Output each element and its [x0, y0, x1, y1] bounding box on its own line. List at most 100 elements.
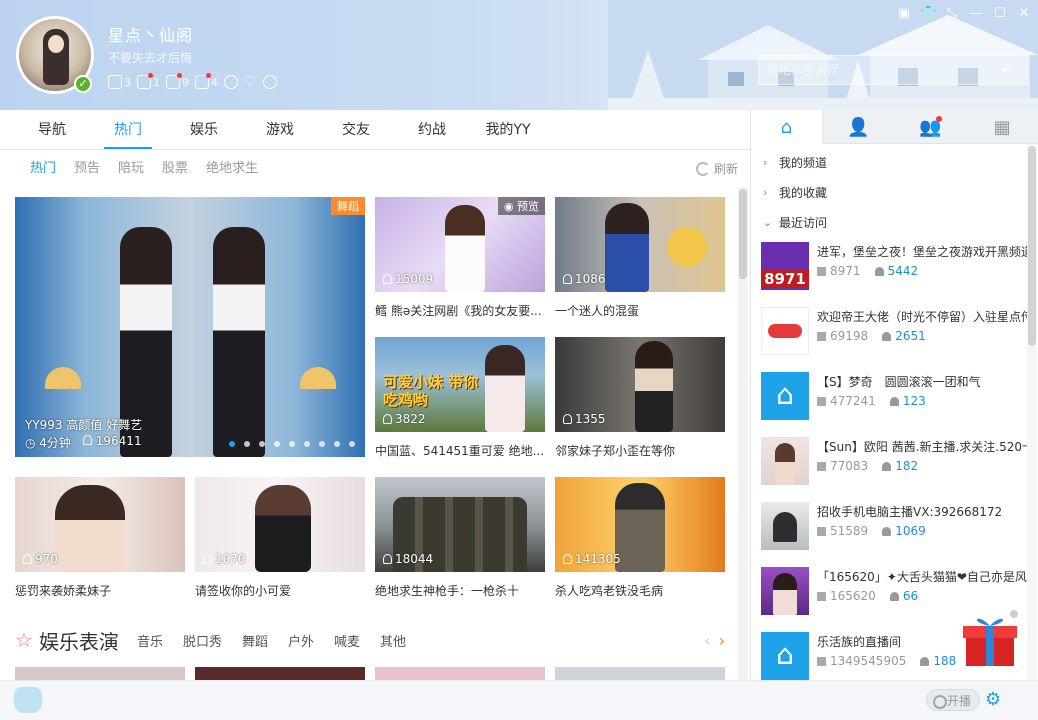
channel-name: 欢迎帝王大佬（时光不停留）入驻星点传: [817, 310, 1027, 324]
refresh-button[interactable]: 刷新: [695, 151, 738, 187]
list-item[interactable]: 【Sun】欧阳 茜茜.新主播.求关注.520卡 77083 182: [751, 429, 1027, 494]
online-count: 66: [889, 589, 918, 603]
carousel-dot[interactable]: [349, 441, 355, 447]
carousel-dot[interactable]: [334, 441, 340, 447]
chevron-left-icon[interactable]: ‹: [704, 631, 710, 650]
list-item[interactable]: 8971 进军，堡垒之夜！堡垒之夜游戏开黑频道 8971 5442: [751, 234, 1027, 299]
star-icon: ☆: [15, 628, 33, 652]
maximize-icon[interactable]: ☐: [992, 6, 1008, 22]
stream-card[interactable]: 18044 绝地求生神枪手：一枪杀十: [375, 477, 545, 599]
close-icon[interactable]: ✕: [1016, 6, 1032, 22]
subtab-hot[interactable]: 热门: [30, 151, 56, 187]
tab-social[interactable]: 交友: [318, 110, 394, 149]
chevron-right-icon: ›: [763, 186, 768, 199]
carousel-dot[interactable]: [274, 441, 280, 447]
channel-name: 招收手机电脑主播VX:392668172: [817, 505, 1003, 519]
viewer-count: 970: [23, 552, 58, 566]
id-icon: [817, 331, 826, 341]
stream-thumbnail: 18044: [375, 477, 545, 572]
carousel-dot[interactable]: [259, 441, 265, 447]
subtab-pubg[interactable]: 绝地求生: [206, 151, 258, 187]
stream-card[interactable]: 970 惩罚来袭娇柔妹子: [15, 477, 185, 599]
chevron-right-icon[interactable]: ›: [719, 631, 725, 650]
tab-friend[interactable]: 👤: [823, 110, 895, 144]
featured-card[interactable]: 舞蹈 YY993 高颜值 好舞艺 ◷ 4分钟 196411: [15, 197, 365, 457]
scroll-thumb[interactable]: [739, 189, 747, 279]
section-tab-music[interactable]: 音乐: [137, 631, 163, 650]
section-tab-dance[interactable]: 舞蹈: [242, 631, 268, 650]
minimize-icon[interactable]: —: [968, 6, 984, 22]
subtab-stocks[interactable]: 股票: [162, 151, 188, 187]
channel-logo: 8971: [761, 242, 809, 290]
smile-icon[interactable]: [224, 75, 238, 89]
list-item[interactable]: 招收手机电脑主播VX:392668172 51589 1069: [751, 494, 1027, 559]
stream-card[interactable]: 1070 请签收你的小可爱: [195, 477, 365, 599]
stream-thumbnail: 970: [15, 477, 185, 572]
heart-icon[interactable]: ♡: [244, 74, 257, 90]
tab-battle[interactable]: 约战: [394, 110, 470, 149]
tab-navigation[interactable]: 导航: [14, 110, 90, 149]
nav-my-favorites[interactable]: › 我的收藏: [763, 178, 1038, 208]
stream-card-partial[interactable]: [15, 667, 185, 680]
carousel-dot[interactable]: [229, 441, 235, 447]
nav-my-channels[interactable]: › 我的频道: [763, 148, 1038, 178]
list-item[interactable]: 欢迎帝王大佬（时光不停留）入驻星点传 69198 2651: [751, 299, 1027, 364]
list-item[interactable]: ⌂ 【S】梦奇 圆圆滚滚一团和气 477241 123: [751, 364, 1027, 429]
eye-icon[interactable]: [262, 75, 277, 89]
subtab-preview[interactable]: 预告: [74, 151, 100, 187]
carousel-dot[interactable]: [319, 441, 325, 447]
section-tab-mc[interactable]: 喊麦: [334, 631, 360, 650]
viewer-count: 18044: [383, 552, 433, 566]
section-tab-talkshow[interactable]: 脱口秀: [183, 631, 222, 650]
subtab-companion[interactable]: 陪玩: [118, 151, 144, 187]
nickname[interactable]: 星点丶仙阁: [108, 22, 193, 46]
stream-card[interactable]: 1086 一个迷人的混蛋: [555, 197, 725, 319]
enter-icon[interactable]: ↵: [1001, 62, 1019, 78]
badge-level[interactable]: 4: [195, 73, 218, 89]
stream-card[interactable]: ◉ 预览 15009 鳕 熊ə关注网剧《我的女友要...: [375, 197, 545, 319]
tab-group[interactable]: 👥: [895, 110, 967, 144]
sub-nav: 热门 预告 陪玩 股票 绝地求生 刷新: [0, 151, 750, 187]
gear-icon[interactable]: ⚙: [985, 691, 1001, 709]
stream-card[interactable]: 可爱小妹 带你吃鸡哟 3822 中国蓝、541451重可爱 绝地...: [375, 337, 545, 459]
notice-icon[interactable]: ▣: [896, 6, 912, 22]
bottom-bar: 开播 ⚙: [0, 680, 1038, 720]
carousel-dot[interactable]: [304, 441, 310, 447]
section-tab-other[interactable]: 其他: [380, 631, 406, 650]
preview-tag: ◉ 预览: [497, 197, 545, 215]
go-live-button[interactable]: 开播: [926, 689, 981, 711]
stream-card[interactable]: 1355 邻家妹子郑小歪在等你: [555, 337, 725, 459]
section-tab-outdoor[interactable]: 户外: [288, 631, 314, 650]
compact-icon[interactable]: ⤡: [944, 6, 960, 22]
mascot-icon[interactable]: [14, 687, 42, 713]
online-count: 123: [889, 394, 926, 408]
carousel-dot[interactable]: [289, 441, 295, 447]
motto[interactable]: 不要失去才后悔: [108, 49, 192, 66]
stream-card-partial[interactable]: [195, 667, 365, 680]
search-input[interactable]: [759, 56, 989, 84]
skin-icon[interactable]: 👕: [920, 6, 936, 22]
tab-hot[interactable]: 热门: [90, 110, 166, 149]
content-scrollbar[interactable]: [738, 187, 748, 680]
tab-entertainment[interactable]: 娱乐: [166, 110, 242, 149]
scroll-thumb[interactable]: [1028, 146, 1036, 346]
person-icon: [82, 435, 92, 445]
badge-card[interactable]: 9: [166, 73, 189, 89]
stream-card[interactable]: 141305 杀人吃鸡老铁没毛病: [555, 477, 725, 599]
stream-card-partial[interactable]: [555, 667, 725, 680]
badge-diamond[interactable]: 1: [137, 73, 160, 89]
stream-card-partial[interactable]: [375, 667, 545, 680]
channel-id: 165620: [817, 589, 876, 603]
tab-apps[interactable]: ▦: [966, 110, 1038, 144]
tab-games[interactable]: 游戏: [242, 110, 318, 149]
right-scrollbar[interactable]: [1027, 144, 1037, 680]
tab-home[interactable]: ⌂: [751, 110, 823, 144]
tab-my-yy[interactable]: 我的YY: [470, 110, 546, 149]
overlay-text: 可爱小妹 带你吃鸡哟: [383, 373, 479, 409]
logo-figure: [773, 512, 797, 542]
gift-box-icon[interactable]: [960, 610, 1020, 670]
avatar-face: [48, 35, 64, 53]
carousel-dot[interactable]: [244, 441, 250, 447]
stream-title: 邻家妹子郑小歪在等你: [555, 444, 676, 458]
badge-game[interactable]: 3: [108, 75, 131, 89]
